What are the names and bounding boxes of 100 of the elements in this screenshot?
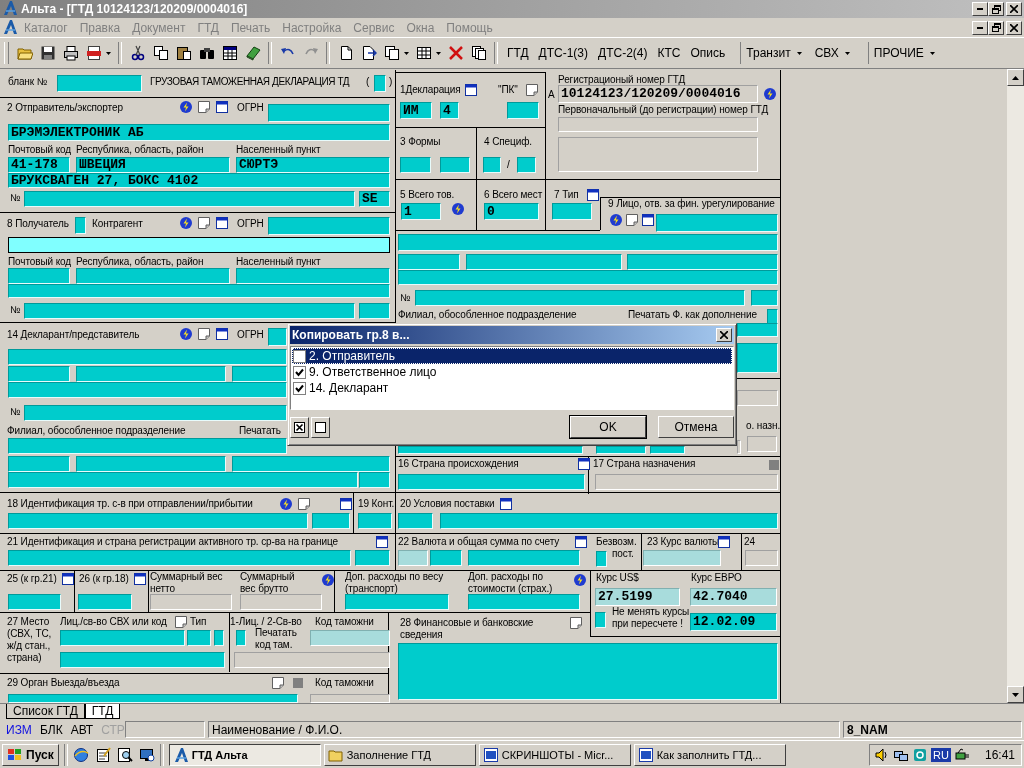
input-field[interactable]: [430, 550, 462, 566]
input-field[interactable]: ИМ: [400, 102, 432, 119]
window-icon[interactable]: [465, 84, 477, 96]
input-field[interactable]: [8, 550, 351, 566]
lightning-icon[interactable]: [280, 498, 292, 510]
lightning-icon[interactable]: [452, 203, 464, 215]
window-icon[interactable]: [376, 536, 388, 548]
scrollbar[interactable]: [1007, 69, 1024, 703]
delete-icon[interactable]: [447, 45, 464, 61]
checkbox[interactable]: [293, 381, 306, 395]
input-field[interactable]: [468, 594, 580, 610]
input-field[interactable]: [8, 438, 287, 454]
caret-icon[interactable]: [106, 51, 111, 55]
input-field[interactable]: [57, 75, 142, 92]
input-field[interactable]: [78, 594, 132, 610]
input-field[interactable]: [355, 550, 390, 566]
input-field[interactable]: [737, 440, 741, 454]
input-field[interactable]: [8, 382, 287, 398]
toolbar-button[interactable]: ПРОЧИЕ: [868, 44, 943, 62]
input-field[interactable]: [552, 203, 592, 220]
input-field[interactable]: [398, 550, 428, 566]
restore-button[interactable]: [988, 2, 1004, 16]
input-field[interactable]: 1: [401, 203, 441, 220]
input-field[interactable]: [737, 323, 778, 337]
window-icon[interactable]: [578, 458, 590, 470]
stack-icon[interactable]: [470, 45, 487, 61]
taskbar-button[interactable]: Заполнение ГТД: [323, 743, 476, 766]
input-field[interactable]: [737, 390, 778, 406]
book-icon[interactable]: [244, 45, 261, 61]
search-icon[interactable]: [116, 746, 133, 763]
input-field[interactable]: [468, 550, 580, 566]
input-field[interactable]: [374, 75, 386, 92]
note-icon[interactable]: [198, 328, 210, 340]
note-icon[interactable]: [198, 217, 210, 229]
input-field[interactable]: СЮРТЭ: [236, 157, 390, 173]
input-field[interactable]: 41-178: [8, 157, 70, 173]
input-field[interactable]: [8, 472, 358, 488]
input-field[interactable]: [232, 366, 287, 382]
input-field[interactable]: [8, 349, 287, 365]
input-field[interactable]: [76, 366, 226, 382]
list-item[interactable]: 14. Декларант: [292, 380, 732, 396]
note-icon[interactable]: [626, 214, 638, 226]
square-icon[interactable]: [292, 677, 304, 689]
input-field[interactable]: [627, 254, 778, 270]
window-icon[interactable]: [500, 498, 512, 510]
checkbox[interactable]: [293, 349, 306, 363]
input-field[interactable]: [8, 268, 70, 284]
input-field[interactable]: [8, 513, 308, 529]
lightning-icon[interactable]: [180, 328, 192, 340]
cancel-button[interactable]: Отмена: [658, 416, 734, 438]
note-icon[interactable]: [198, 101, 210, 113]
input-field[interactable]: [232, 456, 390, 472]
input-field[interactable]: [596, 551, 607, 567]
input-field[interactable]: [737, 343, 778, 373]
window-icon[interactable]: [718, 536, 730, 548]
input-field[interactable]: [596, 446, 646, 454]
taskbar-button[interactable]: СКРИНШОТЫ - Micr...: [478, 743, 631, 766]
scissors-icon[interactable]: [129, 45, 146, 61]
toolbar-button[interactable]: СВХ: [809, 44, 858, 62]
close-button[interactable]: [716, 328, 732, 342]
input-field[interactable]: [483, 157, 501, 173]
input-field[interactable]: БРУКСВАГЕН 27, БОКС 4102: [8, 173, 390, 188]
documents-icon[interactable]: [383, 45, 400, 61]
input-field[interactable]: [656, 214, 778, 232]
toolbar-button[interactable]: ДТС-2(4): [593, 44, 653, 62]
minimize-button[interactable]: [972, 2, 988, 16]
tab[interactable]: Список ГТД: [6, 704, 85, 719]
input-field[interactable]: [398, 234, 778, 251]
input-field[interactable]: [234, 652, 390, 668]
input-field[interactable]: SE: [359, 191, 390, 207]
select-all-button[interactable]: [290, 416, 309, 438]
app-logo-icon[interactable]: [2, 18, 18, 35]
input-field[interactable]: [359, 472, 390, 488]
grid-icon[interactable]: [415, 45, 432, 61]
close-button[interactable]: [1006, 20, 1022, 35]
square-icon[interactable]: [768, 459, 780, 471]
input-field[interactable]: [558, 117, 758, 132]
document-arrow-icon[interactable]: [360, 45, 377, 61]
input-field[interactable]: [60, 652, 225, 668]
lightning-icon[interactable]: [610, 214, 622, 226]
input-field[interactable]: [8, 366, 70, 382]
paste-icon[interactable]: [175, 45, 192, 61]
input-field[interactable]: [466, 254, 622, 270]
input-field[interactable]: [8, 237, 390, 253]
window-icon[interactable]: [587, 189, 599, 201]
input-field[interactable]: [650, 446, 685, 454]
input-field[interactable]: [747, 436, 777, 452]
input-field[interactable]: [398, 446, 583, 454]
input-field[interactable]: 10124123/120209/0004016: [558, 85, 758, 103]
language-indicator[interactable]: RU: [931, 747, 951, 762]
input-field[interactable]: [595, 474, 778, 490]
lightning-icon[interactable]: [574, 574, 586, 586]
input-field[interactable]: [643, 550, 721, 566]
input-field[interactable]: [400, 157, 431, 173]
note-icon[interactable]: [272, 677, 284, 689]
window-icon[interactable]: [216, 217, 228, 229]
note-icon[interactable]: [298, 498, 310, 510]
input-field[interactable]: 12.02.09: [690, 613, 777, 631]
input-field[interactable]: [150, 594, 232, 610]
input-field[interactable]: [187, 630, 211, 646]
